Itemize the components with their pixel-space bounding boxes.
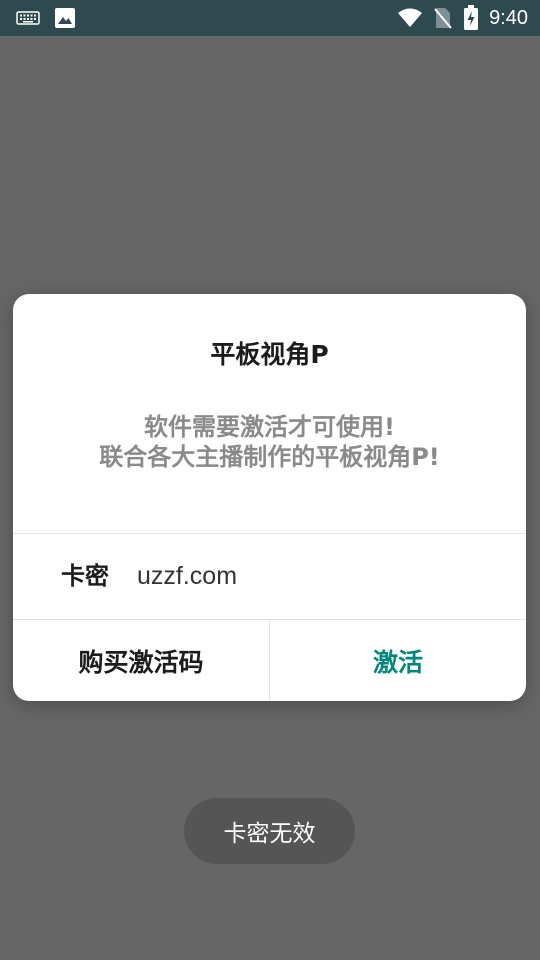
dialog-message-line-1: 软件需要激活才可使用! xyxy=(144,413,395,441)
status-bar-left xyxy=(16,7,76,29)
battery-charging-icon xyxy=(463,5,479,31)
dialog-title: 平板视角P xyxy=(210,340,329,369)
activate-button[interactable]: 激活 xyxy=(270,620,526,701)
wifi-icon xyxy=(397,7,423,29)
card-key-input[interactable] xyxy=(133,556,501,596)
dialog-message-line-2: 联合各大主播制作的平板视角P! xyxy=(99,443,440,471)
buy-activation-code-button[interactable]: 购买激活码 xyxy=(13,620,269,701)
card-key-row: 卡密 xyxy=(13,534,526,619)
status-bar: 9:40 xyxy=(0,0,540,36)
image-icon xyxy=(54,7,76,29)
status-bar-right: 9:40 xyxy=(397,5,528,31)
dialog-message: 软件需要激活才可使用! 联合各大主播制作的平板视角P! xyxy=(13,412,526,472)
toast-message: 卡密无效 xyxy=(184,798,355,864)
card-key-label: 卡密 xyxy=(61,562,109,590)
activation-dialog: 平板视角P 软件需要激活才可使用! 联合各大主播制作的平板视角P! 卡密 购买激… xyxy=(13,294,526,701)
no-sim-icon xyxy=(433,6,453,30)
keyboard-icon xyxy=(16,8,40,28)
status-time: 9:40 xyxy=(489,7,528,29)
